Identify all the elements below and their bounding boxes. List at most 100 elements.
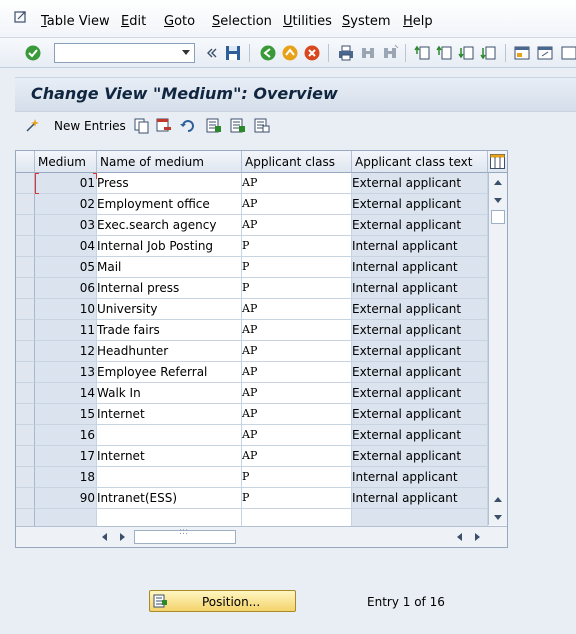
cell-name-of-medium[interactable] [97, 425, 242, 446]
menu-edit[interactable]: Edit [121, 14, 146, 29]
cell-name-of-medium[interactable]: Employee Referral [97, 362, 242, 383]
row-selector[interactable] [16, 299, 35, 320]
cell-name-of-medium[interactable] [97, 467, 242, 488]
command-field[interactable] [54, 43, 195, 63]
cell-applicant-class-text[interactable]: External applicant [352, 383, 488, 404]
row-selector[interactable] [16, 362, 35, 383]
print-icon[interactable] [337, 44, 355, 62]
table-settings-button[interactable] [488, 151, 507, 173]
find-next-icon[interactable] [381, 44, 399, 62]
cancel-icon[interactable] [303, 44, 321, 62]
cell-medium[interactable]: 06 [35, 278, 97, 299]
row-selector[interactable] [16, 320, 35, 341]
cell-medium[interactable]: 10 [35, 299, 97, 320]
cell-applicant-class-text[interactable]: External applicant [352, 215, 488, 236]
scroll-up-arrow-icon[interactable] [494, 180, 502, 185]
create-session-icon[interactable] [513, 44, 531, 62]
scroll-right-arrow-icon[interactable] [475, 533, 480, 541]
horizontal-scroll-thumb[interactable]: ::: [134, 527, 236, 544]
position-button[interactable]: Position... [149, 590, 296, 612]
cell-name-of-medium[interactable]: Intranet(ESS) [97, 488, 242, 509]
cell-applicant-class-text[interactable]: External applicant [352, 173, 488, 194]
new-entries-button[interactable]: New Entries [23, 112, 133, 140]
shortcut-icon[interactable] [536, 44, 554, 62]
cell-name-of-medium[interactable]: Walk In [97, 383, 242, 404]
select-block-icon[interactable] [229, 117, 246, 134]
column-header-medium[interactable]: Medium [35, 151, 97, 173]
cell-applicant-class-text[interactable]: External applicant [352, 404, 488, 425]
cell-applicant-class[interactable]: P [242, 488, 352, 509]
row-selector[interactable] [16, 425, 35, 446]
cell-applicant-class-text[interactable]: External applicant [352, 299, 488, 320]
cell-name-of-medium[interactable]: Mail [97, 257, 242, 278]
cell-medium[interactable]: 05 [35, 257, 97, 278]
cell-applicant-class-text[interactable]: External applicant [352, 362, 488, 383]
cell-medium[interactable]: 01 [35, 173, 97, 194]
column-header-name-of-medium[interactable]: Name of medium [97, 151, 242, 173]
row-selector[interactable] [16, 194, 35, 215]
cell-name-of-medium[interactable]: Internal press [97, 278, 242, 299]
cell-applicant-class[interactable]: AP [242, 362, 352, 383]
cell-applicant-class[interactable]: P [242, 278, 352, 299]
save-icon[interactable] [224, 44, 242, 62]
row-selector[interactable] [16, 467, 35, 488]
cell-applicant-class[interactable]: P [242, 236, 352, 257]
scroll-left-arrow-icon[interactable] [457, 533, 462, 541]
row-selector[interactable] [16, 341, 35, 362]
chevron-down-icon[interactable] [182, 50, 190, 55]
window-menu-icon[interactable] [14, 11, 28, 25]
cell-applicant-class[interactable]: AP [242, 194, 352, 215]
menu-utilities[interactable]: Utilities [283, 14, 332, 29]
vertical-scroll-thumb[interactable] [491, 210, 505, 224]
select-all-rows-header[interactable] [16, 151, 35, 173]
vertical-scrollbar[interactable] [488, 173, 507, 525]
cell-medium[interactable]: 14 [35, 383, 97, 404]
column-header-applicant-class[interactable]: Applicant class [242, 151, 352, 173]
delete-icon[interactable] [155, 117, 172, 134]
cell-medium[interactable]: 17 [35, 446, 97, 467]
cell-applicant-class-text[interactable]: External applicant [352, 341, 488, 362]
cell-medium[interactable]: 02 [35, 194, 97, 215]
scroll-left-arrow-icon[interactable] [102, 533, 107, 541]
cell-medium[interactable]: 12 [35, 341, 97, 362]
first-page-icon[interactable] [414, 44, 432, 62]
cell-applicant-class[interactable]: AP [242, 404, 352, 425]
menu-table-view[interactable]: Table View [41, 14, 110, 29]
scroll-up-arrow-icon[interactable] [494, 497, 502, 502]
row-selector[interactable] [16, 446, 35, 467]
previous-page-icon[interactable] [436, 44, 454, 62]
cell-name-of-medium[interactable]: Headhunter [97, 341, 242, 362]
cell-name-of-medium[interactable]: Internet [97, 404, 242, 425]
cell-name-of-medium[interactable]: Internal Job Posting [97, 236, 242, 257]
cell-name-of-medium[interactable]: Press [97, 173, 242, 194]
cell-applicant-class[interactable]: AP [242, 383, 352, 404]
cell-name-of-medium[interactable]: Internet [97, 446, 242, 467]
cell-applicant-class-text[interactable]: External applicant [352, 320, 488, 341]
menu-help[interactable]: Help [403, 14, 433, 29]
last-page-icon[interactable] [480, 44, 498, 62]
find-icon[interactable] [359, 44, 377, 62]
cell-applicant-class[interactable]: AP [242, 215, 352, 236]
next-page-icon[interactable] [458, 44, 476, 62]
menu-selection[interactable]: Selection [212, 14, 272, 29]
cell-applicant-class[interactable]: P [242, 257, 352, 278]
cell-applicant-class[interactable]: AP [242, 173, 352, 194]
row-selector[interactable] [16, 404, 35, 425]
cell-applicant-class[interactable]: AP [242, 341, 352, 362]
cell-name-of-medium[interactable]: Trade fairs [97, 320, 242, 341]
cell-applicant-class-text[interactable]: External applicant [352, 446, 488, 467]
select-all-icon[interactable] [205, 117, 222, 134]
back-icon[interactable] [259, 44, 277, 62]
exit-icon[interactable] [281, 44, 299, 62]
enter-check-icon[interactable] [24, 44, 42, 62]
cell-applicant-class-text[interactable]: External applicant [352, 425, 488, 446]
cell-applicant-class[interactable]: AP [242, 425, 352, 446]
row-selector[interactable] [16, 278, 35, 299]
cell-applicant-class-text[interactable]: Internal applicant [352, 467, 488, 488]
menu-goto[interactable]: Goto [164, 14, 195, 29]
horizontal-scrollbar[interactable]: ::: [16, 526, 507, 547]
cell-medium[interactable]: 15 [35, 404, 97, 425]
undo-change-icon[interactable] [179, 117, 196, 134]
cell-name-of-medium[interactable]: Exec.search agency [97, 215, 242, 236]
scroll-down-arrow-icon[interactable] [494, 515, 502, 520]
